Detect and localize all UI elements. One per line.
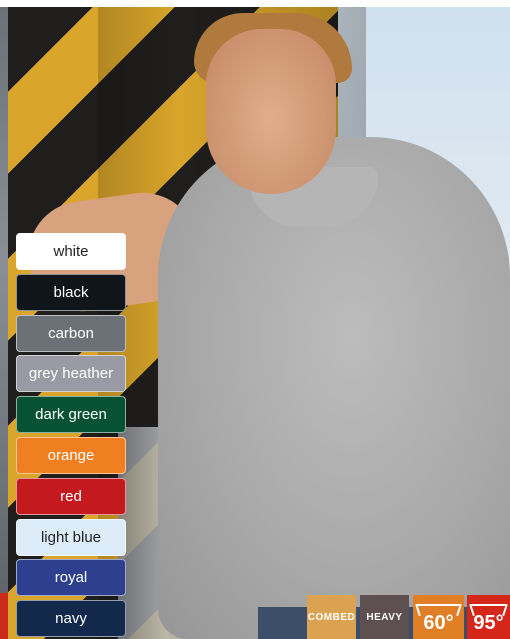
color-swatch-carbon[interactable]: carbon — [16, 314, 126, 352]
model-face — [206, 29, 336, 194]
wash-60-label: 60° — [423, 611, 454, 634]
color-swatch-red[interactable]: red — [16, 477, 126, 515]
color-swatch-white[interactable]: white — [16, 233, 126, 270]
color-swatch-royal[interactable]: royal — [16, 559, 126, 597]
product-image-panel: white black carbon grey heather dark green or… — [0, 0, 510, 639]
adjacent-image-edge — [0, 7, 8, 639]
color-swatch-black[interactable]: black — [16, 273, 126, 311]
color-swatch-navy[interactable]: navy — [16, 600, 126, 638]
wash-95-icon: 95° — [467, 595, 510, 639]
combed-badge: COMBED — [307, 595, 356, 639]
heavy-badge: HEAVY — [360, 595, 409, 639]
wash-95-label: 95° — [473, 611, 504, 634]
wash-60-icon: 60° — [413, 595, 464, 639]
color-swatch-list: white black carbon grey heather dark green or… — [16, 233, 126, 639]
color-swatch-grey-heather[interactable]: grey heather — [16, 355, 126, 393]
color-swatch-orange[interactable]: orange — [16, 436, 126, 474]
adjacent-badge-edge — [0, 593, 8, 639]
wash-tub-icon — [471, 604, 506, 614]
wash-tub-icon — [417, 604, 460, 614]
color-swatch-dark-green[interactable]: dark green — [16, 396, 126, 434]
color-swatch-light-blue[interactable]: light blue — [16, 518, 126, 556]
